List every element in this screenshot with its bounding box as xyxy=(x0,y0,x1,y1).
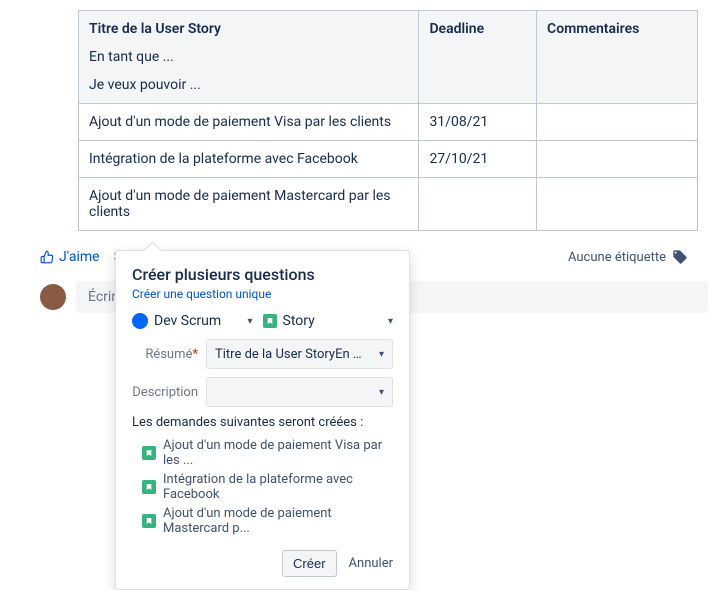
cell-title[interactable]: Intégration de la plateforme avec Facebo… xyxy=(79,141,419,178)
issue-preview-item: Ajout d'un mode de paiement Visa par les… xyxy=(132,436,393,470)
th-title-l3: Je veux pouvoir ... xyxy=(89,77,408,93)
story-icon xyxy=(142,446,156,460)
issues-intro: Les demandes suivantes seront créées : xyxy=(132,415,393,430)
single-issue-link[interactable]: Créer une question unique xyxy=(132,287,271,301)
project-name: Dev Scrum xyxy=(154,313,221,329)
th-comments: Commentaires xyxy=(537,11,698,104)
cell-deadline[interactable]: 27/10/21 xyxy=(419,141,537,178)
story-icon xyxy=(263,314,277,328)
cell-comment[interactable] xyxy=(537,141,698,178)
story-icon xyxy=(142,480,156,494)
summary-label: Résumé* xyxy=(132,347,206,362)
description-select[interactable]: ▾ xyxy=(206,377,393,407)
description-label: Description xyxy=(132,385,206,400)
avatar[interactable] xyxy=(40,284,66,310)
th-title: Titre de la User Story En tant que ... J… xyxy=(79,11,419,104)
tag-icon[interactable] xyxy=(672,249,688,265)
chevron-down-icon: ▾ xyxy=(388,316,393,327)
story-icon xyxy=(142,514,156,528)
project-select[interactable]: Dev Scrum ▾ xyxy=(132,313,263,329)
issuetype-name: Story xyxy=(283,313,315,329)
summary-select[interactable]: Titre de la User StoryEn tant ... ▾ xyxy=(206,339,393,369)
issue-preview-item: Intégration de la plateforme avec Facebo… xyxy=(132,470,393,504)
popover-title: Créer plusieurs questions xyxy=(132,265,393,284)
cell-comment[interactable] xyxy=(537,104,698,141)
summary-value: Titre de la User StoryEn tant ... xyxy=(215,347,365,362)
user-story-table: Titre de la User Story En tant que ... J… xyxy=(78,10,698,231)
cell-comment[interactable] xyxy=(537,178,698,231)
th-title-main: Titre de la User Story xyxy=(89,21,221,37)
like-label: J'aime xyxy=(59,249,100,265)
no-labels-text: Aucune étiquette xyxy=(568,250,666,265)
cell-deadline[interactable]: 31/08/21 xyxy=(419,104,537,141)
table-row[interactable]: Ajout d'un mode de paiement Mastercard p… xyxy=(79,178,698,231)
issue-preview-text: Ajout d'un mode de paiement Mastercard p… xyxy=(163,506,393,536)
chevron-down-icon: ▾ xyxy=(379,349,384,360)
table-row[interactable]: Intégration de la plateforme avec Facebo… xyxy=(79,141,698,178)
create-issues-popover: Créer plusieurs questions Créer une ques… xyxy=(115,250,410,590)
like-button[interactable]: J'aime xyxy=(40,249,100,265)
cancel-button[interactable]: Annuler xyxy=(349,556,393,571)
thumbs-up-icon xyxy=(40,250,54,264)
issue-preview-item: Ajout d'un mode de paiement Mastercard p… xyxy=(132,504,393,538)
chevron-down-icon: ▾ xyxy=(379,387,384,398)
th-deadline: Deadline xyxy=(419,11,537,104)
issue-preview-text: Intégration de la plateforme avec Facebo… xyxy=(163,472,393,502)
cell-deadline[interactable] xyxy=(419,178,537,231)
cell-title[interactable]: Ajout d'un mode de paiement Visa par les… xyxy=(79,104,419,141)
project-icon xyxy=(132,313,148,329)
table-row[interactable]: Ajout d'un mode de paiement Visa par les… xyxy=(79,104,698,141)
cell-title[interactable]: Ajout d'un mode de paiement Mastercard p… xyxy=(79,178,419,231)
chevron-down-icon: ▾ xyxy=(247,316,252,327)
issue-preview-text: Ajout d'un mode de paiement Visa par les… xyxy=(163,438,393,468)
issuetype-select[interactable]: Story ▾ xyxy=(263,313,394,329)
th-title-l2: En tant que ... xyxy=(89,49,408,65)
create-button[interactable]: Créer xyxy=(282,550,337,577)
